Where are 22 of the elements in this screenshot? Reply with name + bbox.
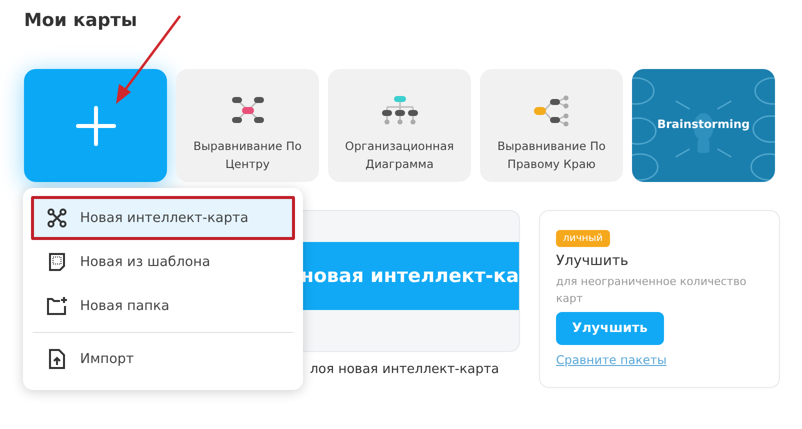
mind-map-layout-icon <box>380 95 420 127</box>
map-title: лоя новая интеллект-карта <box>310 362 500 377</box>
plus-icon <box>76 106 116 146</box>
menu-item[interactable]: Новая папка <box>31 284 295 328</box>
folder-plus-icon <box>46 296 68 316</box>
upgrade-heading: Улучшить <box>556 253 630 269</box>
menu-item[interactable]: Новая из шаблона <box>31 240 295 284</box>
template-card[interactable]: Организационная Диаграмма <box>328 69 471 182</box>
template-title: Brainstorming <box>656 117 751 131</box>
new-map-button[interactable] <box>24 69 167 182</box>
mind-map-icon <box>46 208 68 228</box>
file-upload-icon <box>46 349 68 369</box>
template-card[interactable]: Выравнивание По Центру <box>176 69 319 182</box>
plan-badge: личный <box>556 230 610 247</box>
mind-map-layout-icon <box>532 95 572 127</box>
menu-item[interactable]: Новая интеллект-карта <box>31 196 295 240</box>
upgrade-text: для неограниченное количество карт <box>556 274 748 307</box>
template-icon <box>46 252 68 272</box>
menu-item[interactable]: Импорт <box>31 332 295 384</box>
banner-text: новая интеллект-ка <box>300 265 519 287</box>
page-title: Мои карты <box>24 10 138 33</box>
template-card[interactable]: Выравнивание По Правому Краю <box>480 69 623 182</box>
